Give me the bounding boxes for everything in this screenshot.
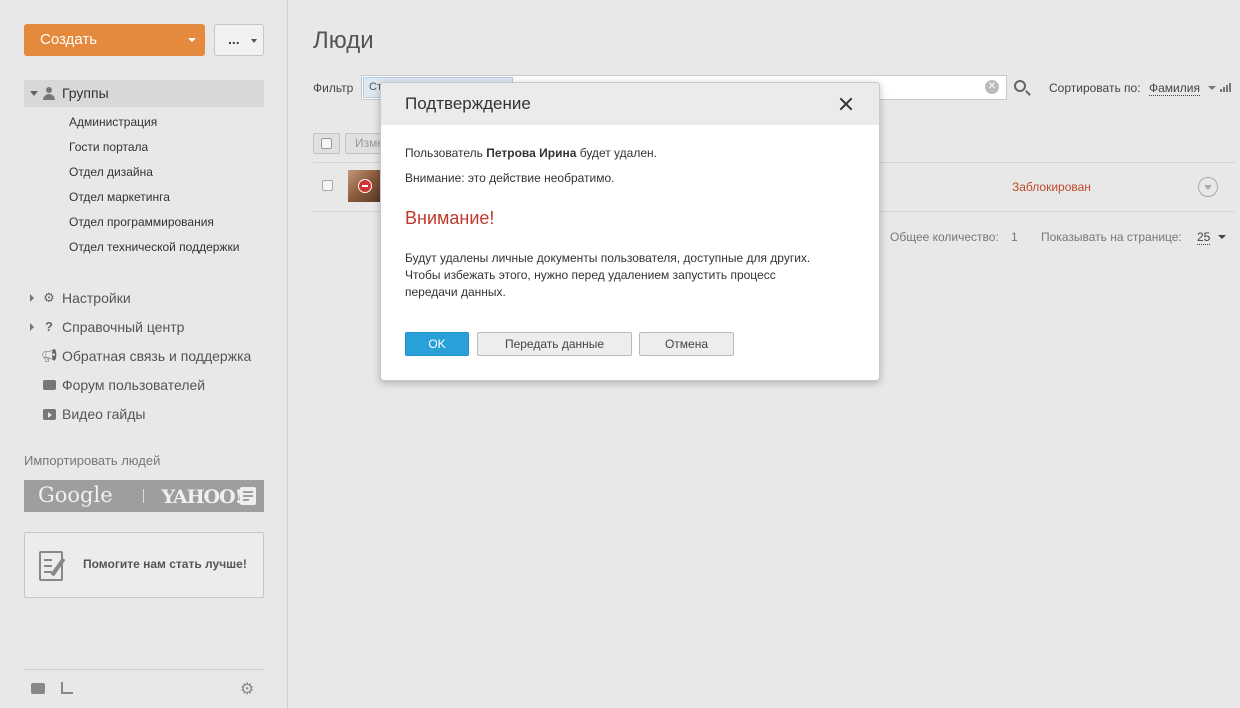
message-suffix: будет удален. (576, 146, 657, 160)
chevron-down-icon (251, 39, 257, 43)
blocked-icon (358, 179, 372, 193)
warning-line: Будут удалены личные документы пользоват… (405, 251, 811, 265)
feedback-banner[interactable]: Помогите нам стать лучше! (24, 532, 264, 598)
expand-arrow-icon[interactable] (30, 323, 34, 331)
group-item-support[interactable]: Отдел технической поддержки (69, 240, 239, 265)
person-icon (43, 87, 55, 100)
sidebar-item-settings[interactable]: ⚙ Настройки (30, 289, 251, 318)
sort-order-icon[interactable] (1220, 83, 1231, 92)
create-button-label: Создать (40, 31, 98, 48)
sidebar-item-label: Видео гайды (62, 406, 146, 422)
sort-label: Сортировать по: (1049, 81, 1141, 95)
dialog-message: Пользователь Петрова Ирина будет удален. (405, 146, 657, 160)
group-item-design[interactable]: Отдел дизайна (69, 165, 239, 190)
close-icon[interactable] (837, 95, 855, 113)
sidebar-item-help-center[interactable]: ? Справочный центр (30, 318, 251, 347)
per-page-dropdown[interactable]: 25 (1197, 230, 1211, 245)
transfer-data-button[interactable]: Передать данные (477, 332, 632, 356)
import-file-icon[interactable] (240, 487, 256, 505)
create-button[interactable]: Создать (24, 24, 205, 56)
import-people-title: Импортировать людей (24, 453, 161, 468)
filter-label: Фильтр (313, 81, 354, 95)
sidebar-item-forum[interactable]: Форум пользователей (30, 376, 251, 405)
sidebar: Создать ... Группы Администрация Гости п… (0, 0, 288, 708)
sidebar-item-feedback[interactable]: 📢︎ Обратная связь и поддержка (30, 347, 251, 376)
more-button-label: ... (228, 31, 240, 47)
sidebar-nav: ⚙ Настройки ? Справочный центр 📢︎ Обратн… (30, 289, 251, 434)
chat-icon[interactable] (31, 683, 45, 694)
group-item-marketing[interactable]: Отдел маркетинга (69, 190, 239, 215)
sidebar-item-groups[interactable]: Группы (24, 80, 264, 107)
select-all-checkbox[interactable] (313, 133, 340, 154)
irreversible-notice: Внимание: это действие необратимо. (405, 171, 615, 185)
dialog-header: Подтверждение (381, 83, 879, 125)
warning-line: передачи данных. (405, 285, 506, 299)
total-count-label: Общее количество: (890, 230, 999, 244)
expand-arrow-icon[interactable] (30, 294, 34, 302)
message-prefix: Пользователь (405, 146, 487, 160)
sidebar-item-label: Обратная связь и поддержка (62, 348, 252, 364)
sidebar-item-label: Форум пользователей (62, 377, 206, 393)
question-icon: ? (45, 319, 53, 334)
confirmation-dialog: Подтверждение Пользователь Петрова Ирина… (380, 82, 880, 381)
per-page-label: Показывать на странице: (1041, 230, 1182, 244)
user-name: Петрова Ирина (486, 146, 577, 160)
group-item-administration[interactable]: Администрация (69, 115, 239, 140)
chevron-down-icon[interactable] (1208, 86, 1216, 90)
video-icon (41, 406, 57, 422)
row-menu-icon[interactable] (1198, 177, 1218, 197)
import-yahoo-button[interactable]: YAHOO! (132, 486, 243, 508)
row-checkbox[interactable] (322, 180, 333, 191)
status-badge: Заблокирован (1012, 180, 1091, 194)
cancel-button[interactable]: Отмена (639, 332, 734, 356)
expand-arrow-icon[interactable] (30, 91, 38, 96)
warning-description: Будут удалены личные документы пользоват… (405, 250, 865, 301)
sidebar-footer: ⚙ (24, 669, 264, 708)
warning-heading: Внимание! (405, 208, 495, 228)
ok-button[interactable]: OK (405, 332, 469, 356)
sidebar-item-label: Справочный центр (62, 319, 185, 335)
search-icon[interactable] (1014, 80, 1026, 92)
gear-icon[interactable]: ⚙ (240, 679, 254, 699)
import-bar: Google YAHOO! (24, 480, 264, 512)
chevron-down-icon (188, 38, 196, 42)
warning-line: Чтобы избежать этого, нужно перед удален… (405, 268, 776, 282)
chevron-down-icon[interactable] (1218, 235, 1226, 239)
group-item-programming[interactable]: Отдел программирования (69, 215, 239, 240)
feedback-text: Помогите нам стать лучше! (83, 557, 247, 571)
edit-button[interactable]: Изме (345, 133, 385, 154)
sidebar-item-label: Группы (62, 85, 109, 101)
gear-icon: ⚙ (43, 290, 55, 305)
group-item-guests[interactable]: Гости портала (69, 140, 239, 165)
import-google-button[interactable]: Google (38, 483, 113, 507)
total-count-value: 1 (1011, 230, 1018, 244)
chat-icon (41, 377, 57, 393)
clear-filter-icon[interactable]: ✕ (985, 80, 999, 94)
page-title: Люди (313, 27, 374, 54)
survey-icon (39, 549, 69, 582)
group-list: Администрация Гости портала Отдел дизайн… (69, 115, 239, 265)
expand-icon[interactable] (61, 682, 73, 694)
dialog-title: Подтверждение (405, 94, 531, 113)
avatar[interactable] (348, 170, 380, 202)
more-button[interactable]: ... (214, 24, 264, 56)
sidebar-item-video-guides[interactable]: Видео гайды (30, 405, 251, 434)
sidebar-item-label: Настройки (62, 290, 131, 306)
sort-value-dropdown[interactable]: Фамилия (1149, 81, 1200, 96)
megaphone-icon: 📢︎ (41, 348, 58, 363)
